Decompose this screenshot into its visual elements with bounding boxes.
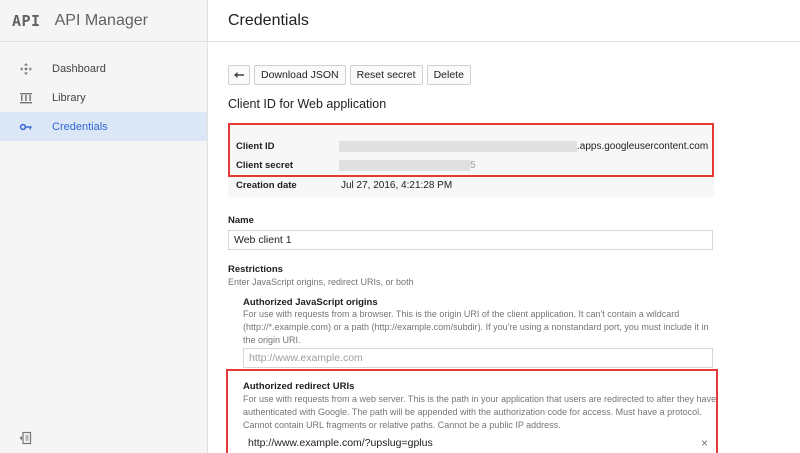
library-icon [18, 90, 34, 106]
client-credentials-highlight [228, 123, 714, 177]
delete-button[interactable]: Delete [426, 65, 471, 85]
client-heading: Client ID for Web application [228, 97, 387, 111]
toolbar: Download JSON Reset secret Delete [228, 65, 471, 85]
sidebar-item-library[interactable]: Library [0, 83, 207, 112]
redirect-uris-highlight [226, 369, 718, 453]
api-logo: API [12, 11, 41, 30]
dashboard-icon [18, 61, 34, 77]
restrictions-help: Enter JavaScript origins, redirect URIs,… [228, 277, 414, 287]
restrictions-label: Restrictions [228, 264, 283, 275]
name-label: Name [228, 215, 254, 226]
js-origins-help: For use with requests from a browser. Th… [243, 309, 709, 345]
js-origins-input[interactable] [243, 348, 713, 368]
page-title: Credentials [228, 11, 309, 29]
sidebar-item-label: Credentials [52, 120, 108, 133]
reset-secret-button[interactable]: Reset secret [349, 65, 423, 85]
sidebar-item-credentials[interactable]: Credentials [0, 112, 207, 141]
sidebar-item-dashboard[interactable]: Dashboard [0, 54, 207, 83]
sidebar-item-label: Library [52, 91, 86, 104]
creation-date-value: Jul 27, 2016, 4:21:28 PM [341, 180, 453, 191]
sidebar-item-label: Dashboard [52, 62, 106, 75]
app-name: API Manager [54, 11, 148, 29]
name-input[interactable] [228, 230, 713, 250]
back-button[interactable] [228, 65, 250, 85]
key-icon [18, 119, 34, 135]
back-arrow-icon [234, 72, 244, 78]
sidebar-nav: Dashboard Library Credentials [0, 54, 207, 141]
page-header: Credentials [208, 0, 800, 42]
main-content: Download JSON Reset secret Delete Client… [208, 43, 800, 453]
sidebar: API API Manager Dashboard Library Creden… [0, 0, 208, 453]
creation-date-label: Creation date [236, 180, 297, 191]
download-json-button[interactable]: Download JSON [254, 65, 346, 85]
js-origins-label: Authorized JavaScript origins [243, 297, 378, 308]
collapse-sidebar-icon[interactable] [18, 431, 32, 445]
creation-date-row: Creation date Jul 27, 2016, 4:21:28 PM [236, 180, 452, 191]
brand: API API Manager [0, 0, 207, 42]
